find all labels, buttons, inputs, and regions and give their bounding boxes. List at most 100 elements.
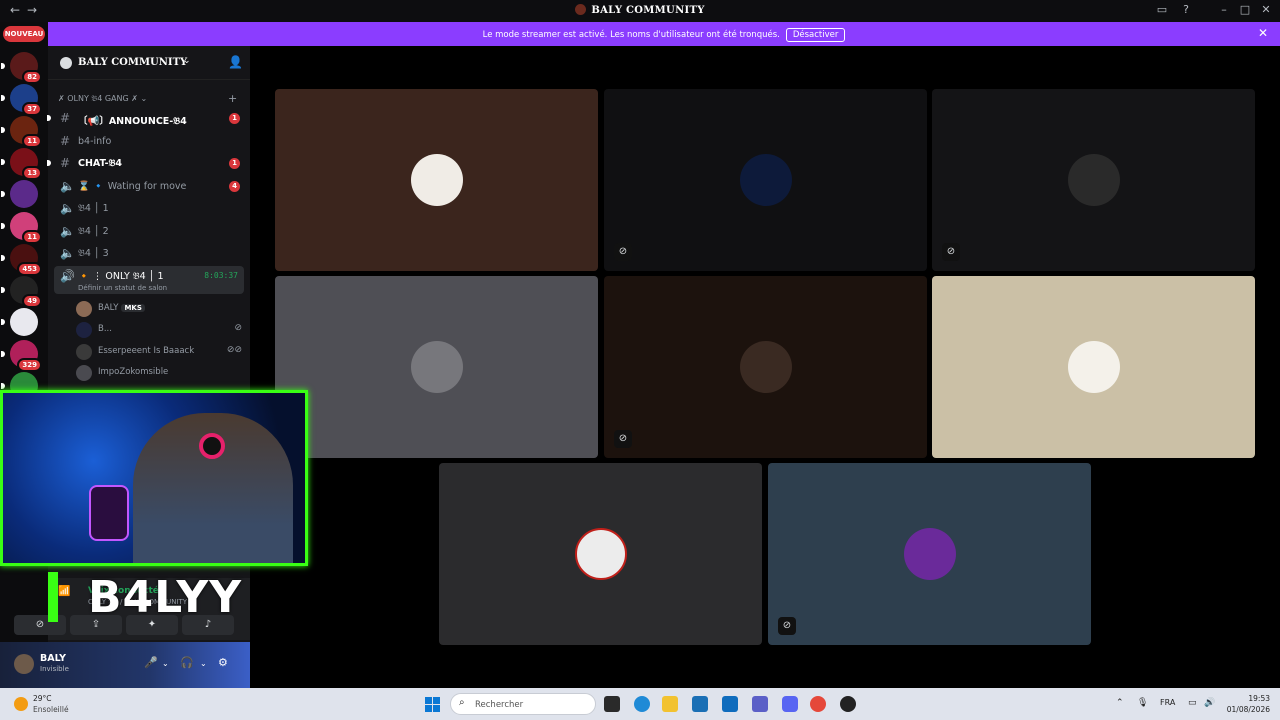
language-indicator[interactable]: FRA	[1160, 698, 1175, 707]
hash-icon: #	[60, 111, 71, 125]
participant-tile[interactable]: ⊘	[604, 89, 927, 271]
channel-chat[interactable]: # CHAT-𝔅4 1	[47, 153, 244, 173]
invite-people-icon[interactable]: 👤	[228, 55, 243, 69]
user-name[interactable]: BALY	[40, 653, 66, 664]
channel-waiting-room[interactable]: 🔈 ⌛ 🔹 Wating for move 4	[54, 176, 244, 196]
teams-icon[interactable]	[752, 696, 768, 712]
start-button[interactable]	[425, 697, 440, 712]
avatar	[76, 344, 92, 360]
participant-avatar	[410, 341, 463, 393]
participant-tile[interactable]	[439, 463, 762, 645]
disable-streamer-button[interactable]: Désactiver	[785, 28, 846, 42]
microphone-tray-icon[interactable]: 🎙	[1137, 698, 1148, 708]
channel-active-voice[interactable]: 🔊 🔸 ⋮ ONLY 𝔅4 │ 1 8:03:37 Définir un sta…	[54, 266, 244, 294]
server-icon-4[interactable]: 13	[1, 148, 42, 180]
channel-b4-info[interactable]: # b4-info	[54, 131, 244, 151]
voice-user[interactable]: ImpoZokomsible	[76, 364, 246, 382]
mention-badge: 37	[22, 102, 42, 116]
voice-user[interactable]: Esserpeeent Is Baaack ⊘⊘	[76, 343, 246, 361]
server-icon-6[interactable]: 11	[1, 212, 42, 244]
channel-category[interactable]: ✗ OLNY 𝔅4 GANG ✗ ⌄ +	[58, 92, 237, 105]
help-icon[interactable]: ?	[1178, 3, 1194, 16]
participant-tile[interactable]	[932, 276, 1255, 458]
file-explorer-icon[interactable]	[662, 696, 678, 712]
deafened-icon: ⊘	[778, 617, 796, 635]
windows-logo-tile	[425, 697, 432, 704]
server-icon-9[interactable]	[1, 308, 38, 336]
minimize-icon[interactable]: –	[1216, 3, 1232, 16]
voice-user[interactable]: B... ⊘	[76, 321, 246, 339]
mention-badge: 11	[22, 134, 42, 148]
window-title: BALY COMMUNITY	[0, 4, 1280, 16]
discord-icon[interactable]	[782, 696, 798, 712]
user-status: Invisible	[40, 665, 69, 673]
guild-header[interactable]: BALY COMMUNITY ⌄ 👤	[48, 46, 250, 80]
outlook-icon[interactable]	[722, 696, 738, 712]
channel-voice-3[interactable]: 🔈 𝔅4 │ 3	[54, 243, 244, 263]
webcam-overlay	[0, 390, 308, 566]
obs-icon[interactable]	[840, 696, 856, 712]
headphones-icon[interactable]: 🎧	[180, 656, 194, 669]
settings-gear-icon[interactable]: ⚙	[218, 656, 228, 669]
mention-badge: 49	[22, 294, 42, 308]
chevron-down-icon[interactable]: ⌄	[200, 659, 207, 668]
set-channel-status[interactable]: Définir un statut de salon	[78, 284, 167, 292]
avatar[interactable]	[14, 654, 34, 674]
muted-icon: ⊘	[234, 323, 242, 333]
close-window-icon[interactable]: ✕	[1258, 3, 1274, 16]
clock-date[interactable]: 01/08/2026	[1222, 705, 1270, 714]
overlay-accent-bar	[48, 572, 58, 622]
speaker-icon: 🔊	[60, 269, 75, 283]
channel-voice-2[interactable]: 🔈 𝔅4 │ 2	[54, 221, 244, 241]
unread-pip	[1, 63, 5, 69]
channel-announce[interactable]: # 〔📢〕ANNOUNCE-𝔅4 1	[47, 108, 244, 128]
participant-tile[interactable]	[275, 89, 598, 271]
task-view-icon[interactable]	[604, 696, 620, 712]
participant-tile[interactable]: ⊘	[768, 463, 1091, 645]
weather-condition[interactable]: Ensoleillé	[33, 705, 69, 714]
network-icon[interactable]: ▭	[1188, 698, 1197, 708]
store-icon[interactable]	[692, 696, 708, 712]
muted-icon: ⊘	[614, 243, 632, 261]
channel-name: 𝔅4 │ 2	[78, 226, 109, 237]
windows-logo-tile	[433, 705, 440, 712]
participant-tile[interactable]: ⊘	[604, 276, 927, 458]
volume-icon[interactable]: 🔊	[1204, 698, 1215, 708]
channel-name: 〔📢〕ANNOUNCE-𝔅4	[78, 116, 187, 127]
unread-pip	[1, 95, 5, 101]
clock-time[interactable]: 19:53	[1240, 694, 1270, 703]
participant-tile[interactable]: ⊘	[932, 89, 1255, 271]
taskbar-search[interactable]: ⌕ Rechercher	[450, 693, 596, 715]
inbox-icon[interactable]: ▭	[1154, 3, 1170, 16]
add-channel-icon[interactable]: +	[228, 92, 237, 105]
deafened-icon: ⊘⊘	[226, 345, 242, 355]
server-icon	[575, 4, 587, 15]
channel-voice-1[interactable]: 🔈 𝔅4 │ 1	[54, 198, 244, 218]
participant-tile[interactable]	[275, 276, 598, 458]
chevron-down-icon[interactable]: ⌄	[162, 659, 169, 668]
camera-off-button[interactable]: ⊘	[14, 615, 66, 635]
banner-close-icon[interactable]: ✕	[1258, 26, 1268, 40]
edge-icon[interactable]	[634, 696, 650, 712]
sun-icon[interactable]	[14, 697, 28, 711]
microphone-icon[interactable]: 🎤	[144, 656, 158, 669]
server-icon-1[interactable]: 82	[1, 52, 42, 84]
server-icon-5[interactable]	[1, 180, 38, 208]
guild-name: BALY COMMUNITY	[78, 57, 188, 68]
server-icon-3[interactable]: 11	[1, 116, 42, 148]
voice-user[interactable]: BALY MKS	[76, 300, 246, 318]
participant-avatar	[410, 154, 463, 206]
chevron-up-icon[interactable]: ⌃	[1116, 698, 1124, 708]
server-icon-10[interactable]: 329	[1, 340, 42, 372]
temperature[interactable]: 29°C	[33, 694, 52, 703]
signal-icon[interactable]: 📶	[58, 586, 70, 597]
server-icon-8[interactable]: 49	[1, 276, 42, 308]
speaker-icon: 🔈	[60, 224, 75, 238]
hash-icon: #	[60, 134, 71, 148]
voice-user-name: ImpoZokomsible	[98, 367, 169, 377]
chrome-icon[interactable]	[810, 696, 826, 712]
server-icon-7[interactable]: 453	[1, 244, 42, 276]
channel-name: ⌛ 🔹 Wating for move	[78, 181, 187, 192]
maximize-icon[interactable]: □	[1237, 3, 1253, 16]
server-icon-2[interactable]: 37	[1, 84, 42, 116]
